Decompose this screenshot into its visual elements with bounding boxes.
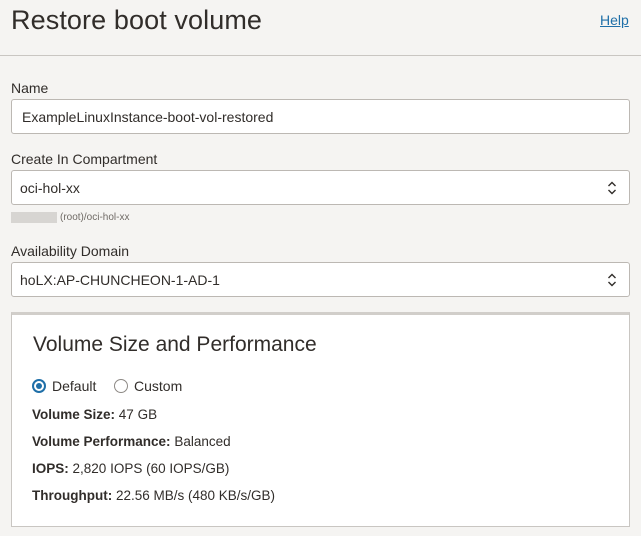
iops-key: IOPS:: [32, 461, 69, 476]
page-title: Restore boot volume: [11, 5, 263, 35]
volume-size-row: Volume Size: 47 GB: [32, 407, 157, 422]
compartment-label: Create In Compartment: [11, 151, 158, 167]
throughput-row: Throughput: 22.56 MB/s (480 KB/s/GB): [32, 488, 275, 503]
iops-row: IOPS: 2,820 IOPS (60 IOPS/GB): [32, 461, 229, 476]
volume-performance-value: Balanced: [174, 434, 231, 449]
volume-size-key: Volume Size:: [32, 407, 116, 422]
panel-title: Volume Size and Performance: [33, 333, 317, 356]
page-header: Restore boot volume Help: [0, 0, 641, 56]
help-link[interactable]: Help: [600, 12, 629, 28]
throughput-value: 22.56 MB/s (480 KB/s/GB): [115, 488, 276, 503]
name-label: Name: [11, 80, 49, 96]
availability-domain-label: Availability Domain: [11, 243, 130, 259]
compartment-path-text: (root)/oci-hol-xx: [60, 211, 130, 223]
redacted-tenancy: [11, 211, 57, 223]
radio-default-indicator[interactable]: [32, 379, 46, 393]
radio-custom-indicator[interactable]: [114, 379, 128, 393]
chevron-up-down-icon: [608, 181, 616, 195]
compartment-path: (root)/oci-hol-xx: [11, 210, 129, 224]
iops-value: 2,820 IOPS (60 IOPS/GB): [72, 461, 230, 476]
radio-default[interactable]: Default: [32, 377, 96, 395]
compartment-select-value: oci-hol-xx: [20, 180, 80, 196]
radio-default-label: Default: [52, 378, 97, 394]
radio-custom-label: Custom: [134, 378, 183, 394]
throughput-key: Throughput:: [32, 488, 113, 503]
availability-domain-select[interactable]: hoLX:AP-CHUNCHEON-1-AD-1: [11, 262, 630, 297]
volume-size-value: 47 GB: [118, 407, 158, 422]
chevron-up-down-icon: [608, 273, 616, 287]
radio-custom[interactable]: Custom: [114, 377, 182, 395]
volume-size-performance-panel: Volume Size and Performance Default Cust…: [11, 312, 630, 527]
compartment-select[interactable]: oci-hol-xx: [11, 170, 630, 205]
availability-domain-select-value: hoLX:AP-CHUNCHEON-1-AD-1: [20, 272, 220, 288]
name-input[interactable]: [11, 99, 630, 134]
volume-performance-row: Volume Performance: Balanced: [32, 434, 231, 449]
volume-performance-key: Volume Performance:: [32, 434, 171, 449]
